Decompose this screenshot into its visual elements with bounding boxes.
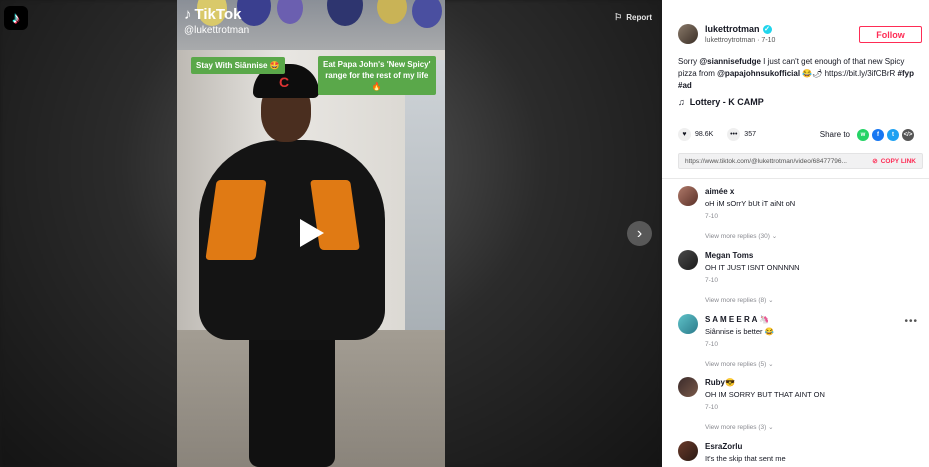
author-avatar[interactable]: [678, 24, 698, 44]
tiktok-logo-icon[interactable]: ♪: [4, 6, 28, 30]
person-legs: [249, 320, 335, 467]
comment-text: It's the skip that sent me: [705, 454, 786, 463]
video-url[interactable]: https://www.tiktok.com/@lukettrotman/vid…: [685, 158, 872, 165]
report-label: Report: [626, 13, 652, 22]
tiktok-note-icon: ♪: [184, 6, 192, 23]
video-details-panel: lukettrotman ✓ lukettroytrotman · 7-10 F…: [662, 0, 929, 467]
play-icon[interactable]: [300, 219, 324, 247]
video-window: [405, 60, 445, 330]
comment-text: oH iM sOrrY bUt iT aiNt oN: [705, 199, 796, 208]
follow-button[interactable]: Follow: [859, 26, 922, 43]
comment-date: 7-10: [705, 277, 719, 284]
hashtag-fyp[interactable]: #fyp: [898, 69, 914, 78]
whatsapp-icon[interactable]: w: [857, 128, 869, 141]
comment-text: OH IM SORRY BUT THAT AINT ON: [705, 390, 825, 399]
verified-icon: ✓: [762, 24, 772, 34]
facebook-icon[interactable]: f: [872, 128, 884, 141]
video-description: Sorry @siannisefudge I just can't get en…: [678, 57, 914, 90]
hashtag-ad[interactable]: #ad: [678, 81, 692, 90]
comment-author[interactable]: EsraZorlu: [705, 442, 742, 451]
mention-papajohns[interactable]: @papajohnsukofficial: [717, 69, 800, 78]
share-label: Share to: [819, 130, 850, 139]
chevron-down-icon: ⌄: [768, 297, 774, 304]
view-replies-button[interactable]: View more replies (5) ⌄: [705, 360, 774, 368]
chevron-down-icon: ⌄: [768, 424, 774, 431]
video-watermark: ♪ TikTok @lukettrotman: [184, 6, 249, 36]
view-replies-button[interactable]: View more replies (3) ⌄: [705, 423, 774, 431]
comment-date: 7-10: [705, 404, 719, 411]
chevron-down-icon: ⌄: [768, 361, 774, 368]
comment-item: Ruby😎 OH IM SORRY BUT THAT AINT ON 7-10 …: [678, 377, 918, 437]
cap-logo: C: [279, 74, 290, 90]
watermark-username: @lukettrotman: [184, 25, 250, 36]
action-bar: ♥ 98.6K ••• 357 Share to w f t </>: [678, 128, 914, 141]
next-video-button[interactable]: ›: [627, 221, 652, 246]
comment-avatar[interactable]: [678, 377, 698, 397]
comment-avatar[interactable]: [678, 250, 698, 270]
author-handle: lukettroytrotman: [705, 37, 756, 44]
watermark-brand: TikTok: [194, 6, 242, 23]
comment-author[interactable]: S A M E E R A 🦄: [705, 315, 769, 324]
report-button[interactable]: ⚐ Report: [614, 12, 652, 23]
video-caption-right: Eat Papa John's 'New Spicy' range for th…: [318, 56, 436, 95]
more-options-icon[interactable]: •••: [904, 316, 918, 327]
view-replies-button[interactable]: View more replies (8) ⌄: [705, 296, 774, 304]
like-count: 98.6K: [695, 131, 714, 138]
embed-icon[interactable]: </>: [902, 128, 914, 141]
video-player-area[interactable]: ♪ ⚐ Report C ♪ TikTok @lukettrotman Stay…: [0, 0, 662, 467]
view-replies-button[interactable]: View more replies (30) ⌄: [705, 232, 777, 240]
comment-text: OH IT JUST ISNT ONNNNN: [705, 263, 800, 272]
comment-item: S A M E E R A 🦄 Siânnise is better 😂 7-1…: [678, 314, 918, 374]
comment-count: 357: [744, 131, 756, 138]
author-info[interactable]: lukettrotman ✓ lukettroytrotman · 7-10: [678, 24, 775, 44]
comment-item: aimée x oH iM sOrrY bUt iT aiNt oN 7-10 …: [678, 186, 918, 246]
comment-date: 7-10: [705, 341, 719, 348]
comment-item: Megan Toms OH IT JUST ISNT ONNNNN 7-10 V…: [678, 250, 918, 310]
comment-author[interactable]: aimée x: [705, 187, 734, 196]
tiktok-video-page: ♪ ⚐ Report C ♪ TikTok @lukettrotman Stay…: [0, 0, 929, 467]
chevron-right-icon: ›: [636, 224, 643, 242]
copy-link-button[interactable]: ⊘ COPY LINK: [872, 157, 922, 166]
comment-avatar[interactable]: [678, 441, 698, 461]
twitter-icon[interactable]: t: [887, 128, 899, 141]
post-date: 7-10: [761, 37, 776, 44]
music-note-icon: ♫: [678, 97, 685, 107]
author-username[interactable]: lukettrotman: [705, 24, 760, 34]
comment-text: Siânnise is better 😂: [705, 327, 774, 336]
music-link[interactable]: ♫ Lottery - K CAMP: [678, 97, 764, 107]
chevron-down-icon: ⌄: [771, 233, 778, 240]
comment-date: 7-10: [705, 213, 719, 220]
comment-avatar[interactable]: [678, 186, 698, 206]
heart-icon[interactable]: ♥: [678, 128, 691, 141]
comment-icon[interactable]: •••: [727, 128, 741, 141]
music-title: Lottery - K CAMP: [689, 97, 764, 107]
comment-author[interactable]: Megan Toms: [705, 251, 753, 260]
video-caption-left: Stay With Siânnise 🤩: [191, 57, 285, 74]
comment-item: EsraZorlu It's the skip that sent me: [678, 441, 918, 467]
mention-siannise[interactable]: @siannisefudge: [699, 57, 761, 66]
comment-avatar[interactable]: [678, 314, 698, 334]
flag-icon: ⚐: [614, 12, 623, 22]
video-link-box: https://www.tiktok.com/@lukettrotman/vid…: [678, 153, 923, 169]
divider: [662, 178, 929, 179]
link-icon: ⊘: [872, 158, 878, 165]
comment-author[interactable]: Ruby😎: [705, 378, 735, 387]
